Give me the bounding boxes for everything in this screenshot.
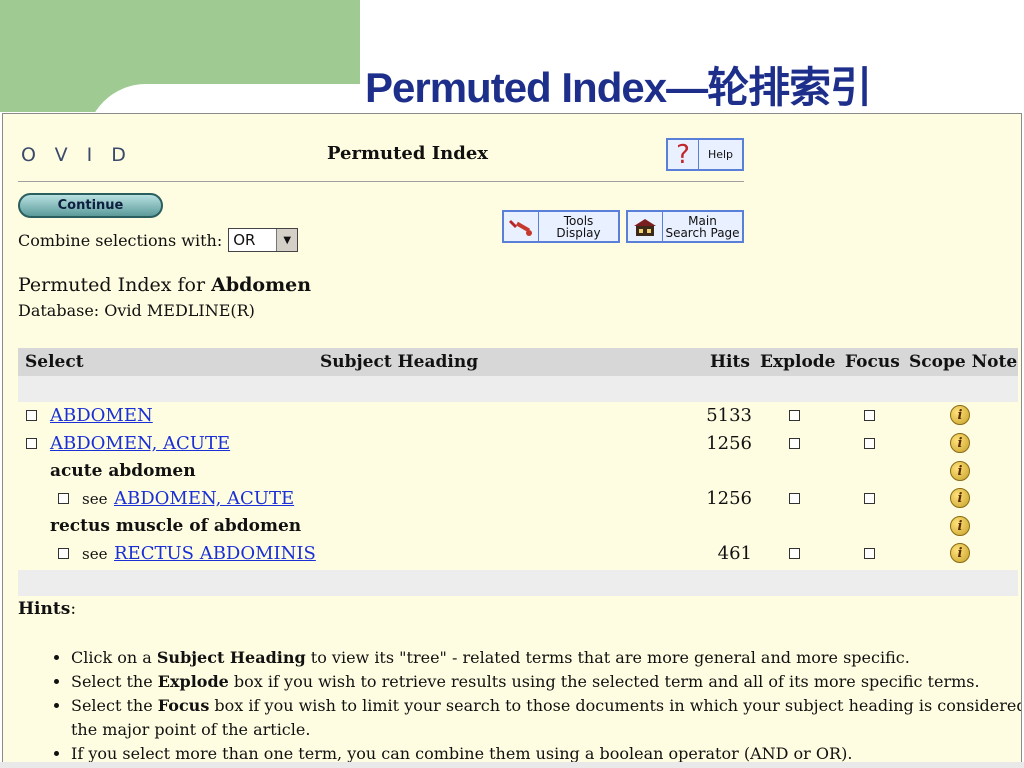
table-spacer-top: [18, 376, 1018, 402]
table-spacer-bottom: [18, 570, 1018, 596]
ovid-logo: OVID: [21, 144, 145, 166]
scope-note-icon[interactable]: i: [950, 461, 970, 481]
slide-title: Permuted Index—轮排索引: [365, 64, 872, 111]
table-row: see RECTUS ABDOMINIS 461 i: [18, 542, 1018, 566]
subject-heading-link[interactable]: ABDOMEN, ACUTE: [114, 488, 294, 509]
explode-checkbox[interactable]: [789, 438, 800, 449]
explode-checkbox[interactable]: [789, 410, 800, 421]
combine-label: Combine selections with:: [18, 230, 223, 250]
ovid-window: OVID Permuted Index ? Help Continue Comb…: [2, 113, 1022, 763]
table-row: rectus muscle of abdomen i: [18, 515, 1018, 539]
continue-button[interactable]: Continue: [18, 193, 163, 218]
focus-checkbox[interactable]: [864, 493, 875, 504]
help-icon: ?: [668, 140, 699, 170]
tools-display-label: Tools Display: [556, 213, 601, 240]
col-explode: Explode: [760, 352, 836, 372]
explode-checkbox[interactable]: [789, 548, 800, 559]
hint-item: If you select more than one term, you ca…: [71, 742, 1021, 762]
tools-display-button[interactable]: Tools Display: [502, 210, 620, 243]
table-header: Select Subject Heading Hits Explode Focu…: [18, 348, 1018, 376]
col-scope-note: Scope Note: [909, 352, 1018, 372]
wrench-icon: [504, 212, 539, 241]
see-label: see: [82, 490, 108, 508]
hits-count: 1256: [706, 433, 752, 454]
select-checkbox[interactable]: [26, 410, 37, 421]
dropdown-arrow-icon: ▼: [276, 229, 298, 251]
subject-heading-link[interactable]: RECTUS ABDOMINIS: [114, 543, 316, 564]
col-hits: Hits: [710, 352, 750, 372]
col-select: Select: [25, 352, 84, 372]
col-subject-heading: Subject Heading: [320, 352, 479, 372]
hint-item: Select the Explode box if you wish to re…: [71, 670, 1021, 694]
scope-note-icon[interactable]: i: [950, 488, 970, 508]
select-checkbox[interactable]: [26, 438, 37, 449]
hits-count: 1256: [706, 488, 752, 509]
select-checkbox[interactable]: [58, 493, 69, 504]
select-checkbox[interactable]: [58, 548, 69, 559]
table-row: see ABDOMEN, ACUTE 1256 i: [18, 487, 1018, 511]
focus-checkbox[interactable]: [864, 438, 875, 449]
permuted-index-title: Permuted Index for Abdomen: [18, 274, 312, 296]
subject-heading-link[interactable]: ABDOMEN: [50, 405, 153, 426]
table-row: ABDOMEN, ACUTE 1256 i: [18, 432, 1018, 456]
hints-list: Click on a Subject Heading to view its "…: [33, 646, 1021, 762]
focus-checkbox[interactable]: [864, 548, 875, 559]
hint-item: Click on a Subject Heading to view its "…: [71, 646, 1021, 670]
hits-count: 5133: [706, 405, 752, 426]
focus-checkbox[interactable]: [864, 410, 875, 421]
entry-term-label: acute abdomen: [50, 461, 196, 481]
hits-count: 461: [717, 543, 752, 564]
combine-operator-select[interactable]: OR ▼: [228, 228, 299, 252]
help-button[interactable]: ? Help: [666, 138, 744, 171]
header-divider: [18, 181, 744, 182]
frame-bottom-edge: [0, 762, 1024, 768]
scope-note-icon[interactable]: i: [950, 543, 970, 563]
page-title: Permuted Index: [327, 143, 489, 164]
search-term: Abdomen: [211, 274, 312, 296]
entry-term-label: rectus muscle of abdomen: [50, 516, 302, 536]
help-label: Help: [707, 148, 734, 161]
col-focus: Focus: [845, 352, 900, 372]
hints-heading: Hints:: [18, 599, 77, 619]
database-label: Database: Ovid MEDLINE(R): [18, 301, 255, 320]
hint-item: Select the Focus box if you wish to limi…: [71, 694, 1021, 742]
scope-note-icon[interactable]: i: [950, 433, 970, 453]
combine-operator-value: OR: [233, 231, 256, 249]
main-search-page-label: Main Search Page: [665, 213, 740, 240]
main-search-page-button[interactable]: Main Search Page: [626, 210, 744, 243]
scope-note-icon[interactable]: i: [950, 405, 970, 425]
subject-heading-link[interactable]: ABDOMEN, ACUTE: [50, 433, 230, 454]
explode-checkbox[interactable]: [789, 493, 800, 504]
house-icon: [628, 212, 663, 241]
see-label: see: [82, 545, 108, 563]
combine-selections: Combine selections with: OR ▼: [18, 228, 299, 252]
scope-note-icon[interactable]: i: [950, 516, 970, 536]
table-row: ABDOMEN 5133 i: [18, 404, 1018, 428]
table-row: acute abdomen i: [18, 460, 1018, 484]
